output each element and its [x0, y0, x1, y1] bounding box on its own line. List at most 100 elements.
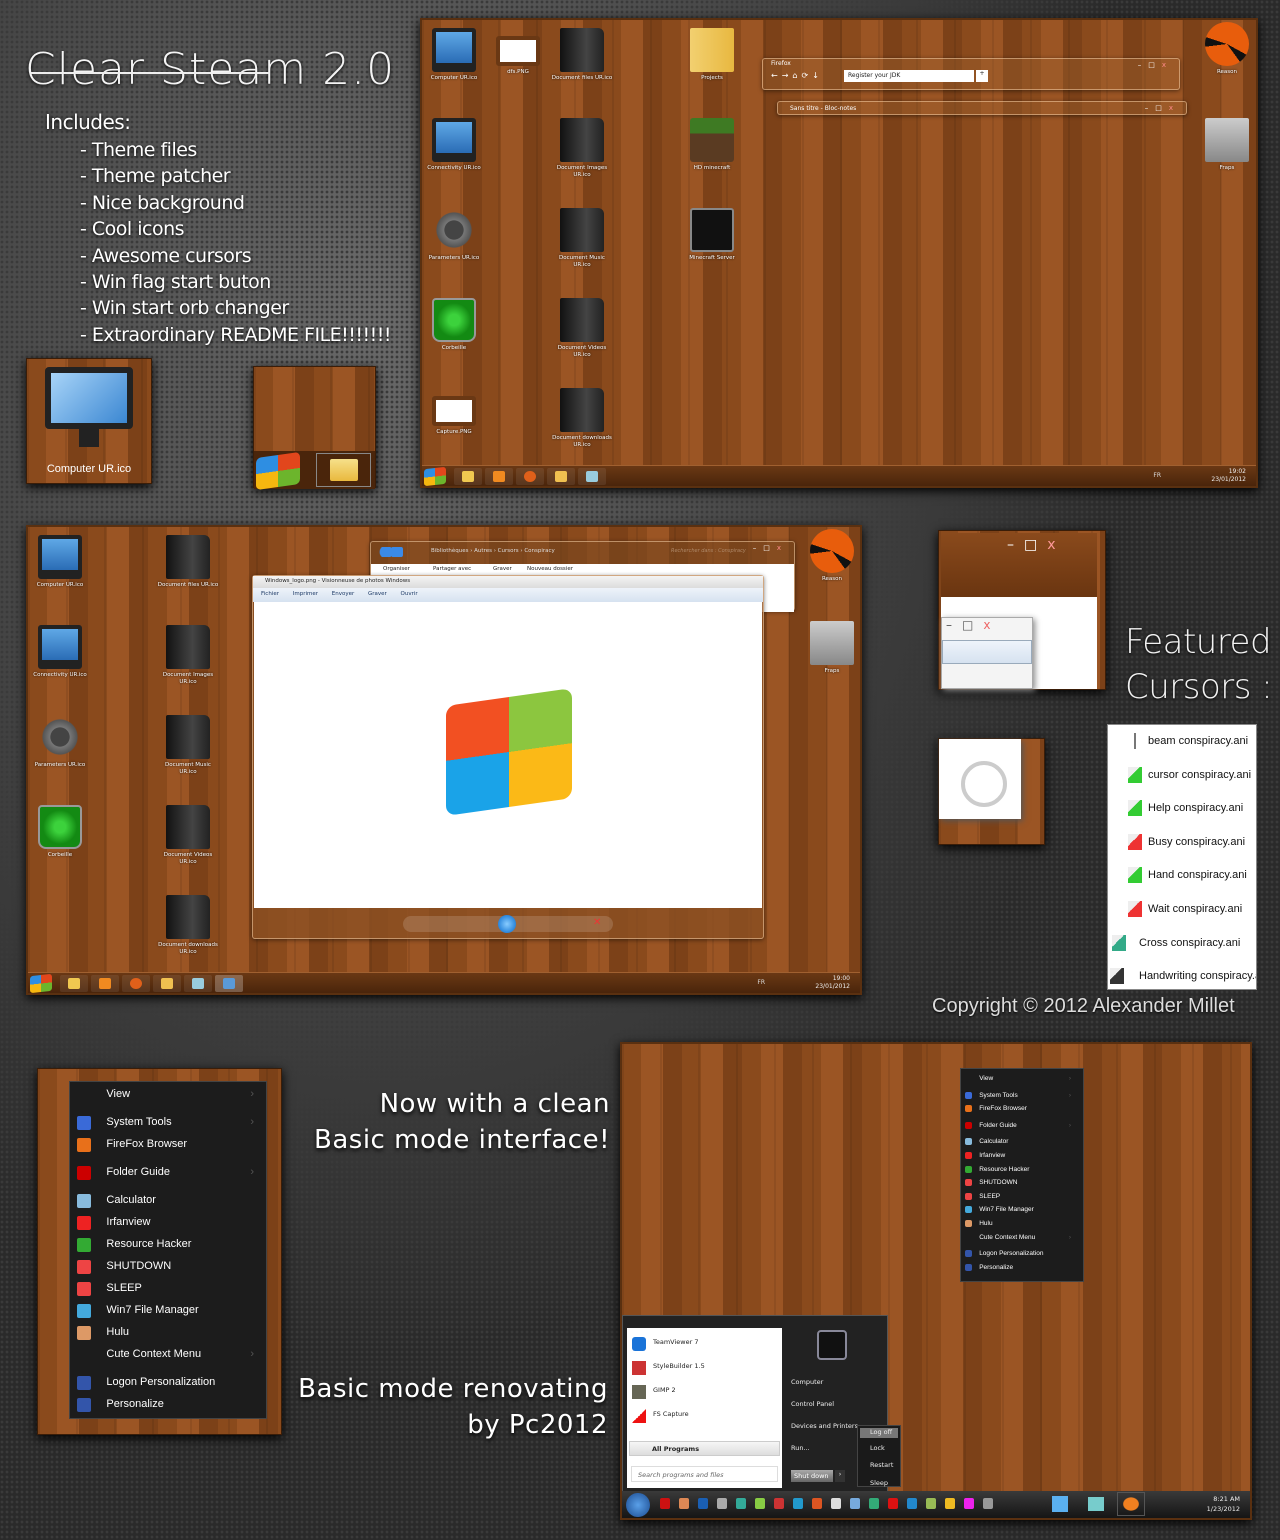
- desktop-icon[interactable]: Document Images UR.ico: [156, 625, 220, 686]
- desktop-icon[interactable]: dfs.PNG: [486, 28, 550, 76]
- menu-ouvrir[interactable]: Ouvrir: [401, 591, 418, 597]
- quick-launch-icon[interactable]: [755, 1498, 765, 1509]
- context-menu-item-personalize[interactable]: Personalize: [961, 1263, 1083, 1278]
- notepad-taskbar-button[interactable]: [184, 975, 212, 992]
- desktop-icon[interactable]: Document files UR.ico: [156, 535, 220, 589]
- context-menu-item-resource-hacker[interactable]: Resource Hacker: [961, 1165, 1083, 1180]
- quick-launch-icon[interactable]: [660, 1498, 670, 1509]
- context-menu-item-firefox-browser[interactable]: FireFox Browser: [70, 1138, 266, 1160]
- context-menu-item-resource-hacker[interactable]: Resource Hacker: [70, 1238, 266, 1260]
- context-menu-item-view[interactable]: View ›: [961, 1075, 1083, 1089]
- search-input[interactable]: Search programs and files: [631, 1466, 778, 1482]
- start-item-control-panel[interactable]: Control Panel: [791, 1400, 834, 1408]
- start-item-devices[interactable]: Devices and Printers: [791, 1422, 858, 1430]
- start-item-run[interactable]: Run...: [791, 1444, 810, 1452]
- context-menu-item-sleep[interactable]: SLEEP: [70, 1282, 266, 1304]
- window-controls[interactable]: –□x: [753, 544, 788, 552]
- context-menu-item-hulu[interactable]: Hulu: [961, 1220, 1083, 1234]
- context-menu-item-shutdown[interactable]: SHUTDOWN: [70, 1260, 266, 1282]
- firefox-menu-button[interactable]: Firefox: [771, 60, 791, 67]
- context-menu-item-calculator[interactable]: Calculator: [70, 1194, 266, 1216]
- start-button[interactable]: [424, 466, 446, 486]
- language-indicator[interactable]: FR: [1153, 472, 1161, 479]
- desktop-icon[interactable]: Capture.PNG: [422, 388, 486, 436]
- context-menu-item-calculator[interactable]: Calculator: [961, 1138, 1083, 1152]
- context-menu-item-logon-personalization[interactable]: Logon Personalization: [70, 1376, 266, 1398]
- firefox-taskbar-button[interactable]: [122, 975, 150, 992]
- desktop-icon[interactable]: Parameters UR.ico: [28, 715, 92, 769]
- power-restart[interactable]: Restart: [870, 1461, 893, 1469]
- quick-launch-icon[interactable]: [793, 1498, 803, 1509]
- window-controls[interactable]: –□x: [1145, 104, 1180, 112]
- quick-launch-icon[interactable]: [907, 1498, 917, 1509]
- quick-launch-icon[interactable]: [831, 1498, 841, 1509]
- desktop-icon[interactable]: Document files UR.ico: [550, 28, 614, 82]
- all-programs-button[interactable]: All Programs: [629, 1441, 780, 1456]
- quick-launch-icon[interactable]: [888, 1498, 898, 1509]
- breadcrumb[interactable]: Bibliothèques › Autres › Cursors › Consp…: [431, 548, 555, 554]
- menu-fichier[interactable]: Fichier: [261, 591, 279, 597]
- context-menu-item-logon-personalization[interactable]: Logon Personalization: [961, 1250, 1083, 1264]
- toolbar-graver[interactable]: Graver: [493, 566, 512, 572]
- desktop-icon[interactable]: Document Videos UR.ico: [156, 805, 220, 866]
- context-menu-item-view[interactable]: View ›: [70, 1088, 266, 1110]
- pictures-taskbar-button[interactable]: [547, 468, 575, 485]
- desktop-icon[interactable]: Fraps: [1195, 118, 1256, 172]
- desktop-icon[interactable]: Connectivity UR.ico: [422, 118, 486, 172]
- context-menu-item-cute-context-menu[interactable]: Cute Context Menu ›: [961, 1234, 1083, 1248]
- context-menu-item-win7-file-manager[interactable]: Win7 File Manager: [70, 1304, 266, 1326]
- context-menu-item-folder-guide[interactable]: Folder Guide ›: [961, 1121, 1083, 1136]
- program-item[interactable]: GIMP 2: [653, 1386, 676, 1394]
- desktop-icon[interactable]: Document Videos UR.ico: [550, 298, 614, 359]
- firefox-taskbar-button[interactable]: [516, 468, 544, 485]
- quick-launch-icon[interactable]: [945, 1498, 955, 1509]
- quick-launch-icon[interactable]: [926, 1498, 936, 1509]
- taskbar-app-icon[interactable]: [1052, 1496, 1068, 1512]
- language-indicator[interactable]: FR: [757, 979, 765, 986]
- desktop-icon[interactable]: Computer UR.ico: [422, 28, 486, 82]
- menu-imprimer[interactable]: Imprimer: [293, 591, 318, 597]
- desktop-icon[interactable]: Reason: [1195, 22, 1256, 76]
- desktop-icon[interactable]: Document Music UR.ico: [550, 208, 614, 269]
- window-controls[interactable]: –□x: [946, 618, 1000, 632]
- desktop-icon[interactable]: Fraps: [800, 621, 860, 675]
- clock[interactable]: 19:00 23/01/2012: [815, 975, 850, 991]
- context-menu-item-irfanview[interactable]: Irfanview: [70, 1216, 266, 1238]
- toolbar-organiser[interactable]: Organiser: [383, 566, 410, 572]
- quick-launch-icon[interactable]: [983, 1498, 993, 1509]
- context-menu-item-win7-file-manager[interactable]: Win7 File Manager: [961, 1206, 1083, 1220]
- cursor-list-item[interactable]: Cross conspiracy.ani: [1108, 934, 1256, 955]
- quick-launch-icon[interactable]: [698, 1498, 708, 1509]
- desktop-icon[interactable]: HD minecraft: [680, 118, 744, 172]
- desktop-icon[interactable]: Parameters UR.ico: [422, 208, 486, 262]
- context-menu-item-folder-guide[interactable]: Folder Guide ›: [70, 1166, 266, 1188]
- photo-viewer-taskbar-button[interactable]: [215, 975, 243, 992]
- pictures-taskbar-button[interactable]: [153, 975, 181, 992]
- firefox-tab[interactable]: Register your JDK: [844, 70, 974, 82]
- context-menu-item-system-tools[interactable]: System Tools ›: [70, 1116, 266, 1138]
- clock[interactable]: 19:02 23/01/2012: [1211, 468, 1246, 484]
- context-menu-item-shutdown[interactable]: SHUTDOWN: [961, 1179, 1083, 1193]
- desktop-icon[interactable]: Corbeille: [28, 805, 92, 859]
- desktop-icon[interactable]: Computer UR.ico: [28, 535, 92, 589]
- desktop-icon[interactable]: Document Music UR.ico: [156, 715, 220, 776]
- desktop-icon[interactable]: Projects: [680, 28, 744, 82]
- program-item[interactable]: StyleBuilder 1.5: [653, 1362, 705, 1370]
- new-tab-button[interactable]: +: [976, 70, 988, 82]
- explorer-taskbar-button[interactable]: [454, 468, 482, 485]
- context-menu-item-sleep[interactable]: SLEEP: [961, 1192, 1083, 1207]
- explorer-taskbar-button[interactable]: [60, 975, 88, 992]
- cursor-list-item[interactable]: beam conspiracy.ani: [1108, 733, 1256, 753]
- shutdown-options-arrow[interactable]: ›: [835, 1470, 845, 1482]
- cursor-list-item[interactable]: Busy conspiracy.ani: [1108, 833, 1256, 854]
- toolbar-partager[interactable]: Partager avec: [433, 566, 471, 572]
- start-orb[interactable]: [626, 1493, 650, 1517]
- desktop-icon[interactable]: Document downloads UR.ico: [550, 388, 614, 449]
- shutdown-button[interactable]: Shut down: [791, 1470, 833, 1482]
- slideshow-button[interactable]: [498, 915, 516, 933]
- cursor-list-item[interactable]: Help conspiracy.ani: [1108, 800, 1256, 820]
- delete-icon[interactable]: ✕: [593, 917, 601, 928]
- cursor-list-item[interactable]: Hand conspiracy.ani: [1108, 867, 1256, 887]
- context-menu-item-hulu[interactable]: Hulu: [70, 1326, 266, 1348]
- menu-envoyer[interactable]: Envoyer: [332, 591, 354, 597]
